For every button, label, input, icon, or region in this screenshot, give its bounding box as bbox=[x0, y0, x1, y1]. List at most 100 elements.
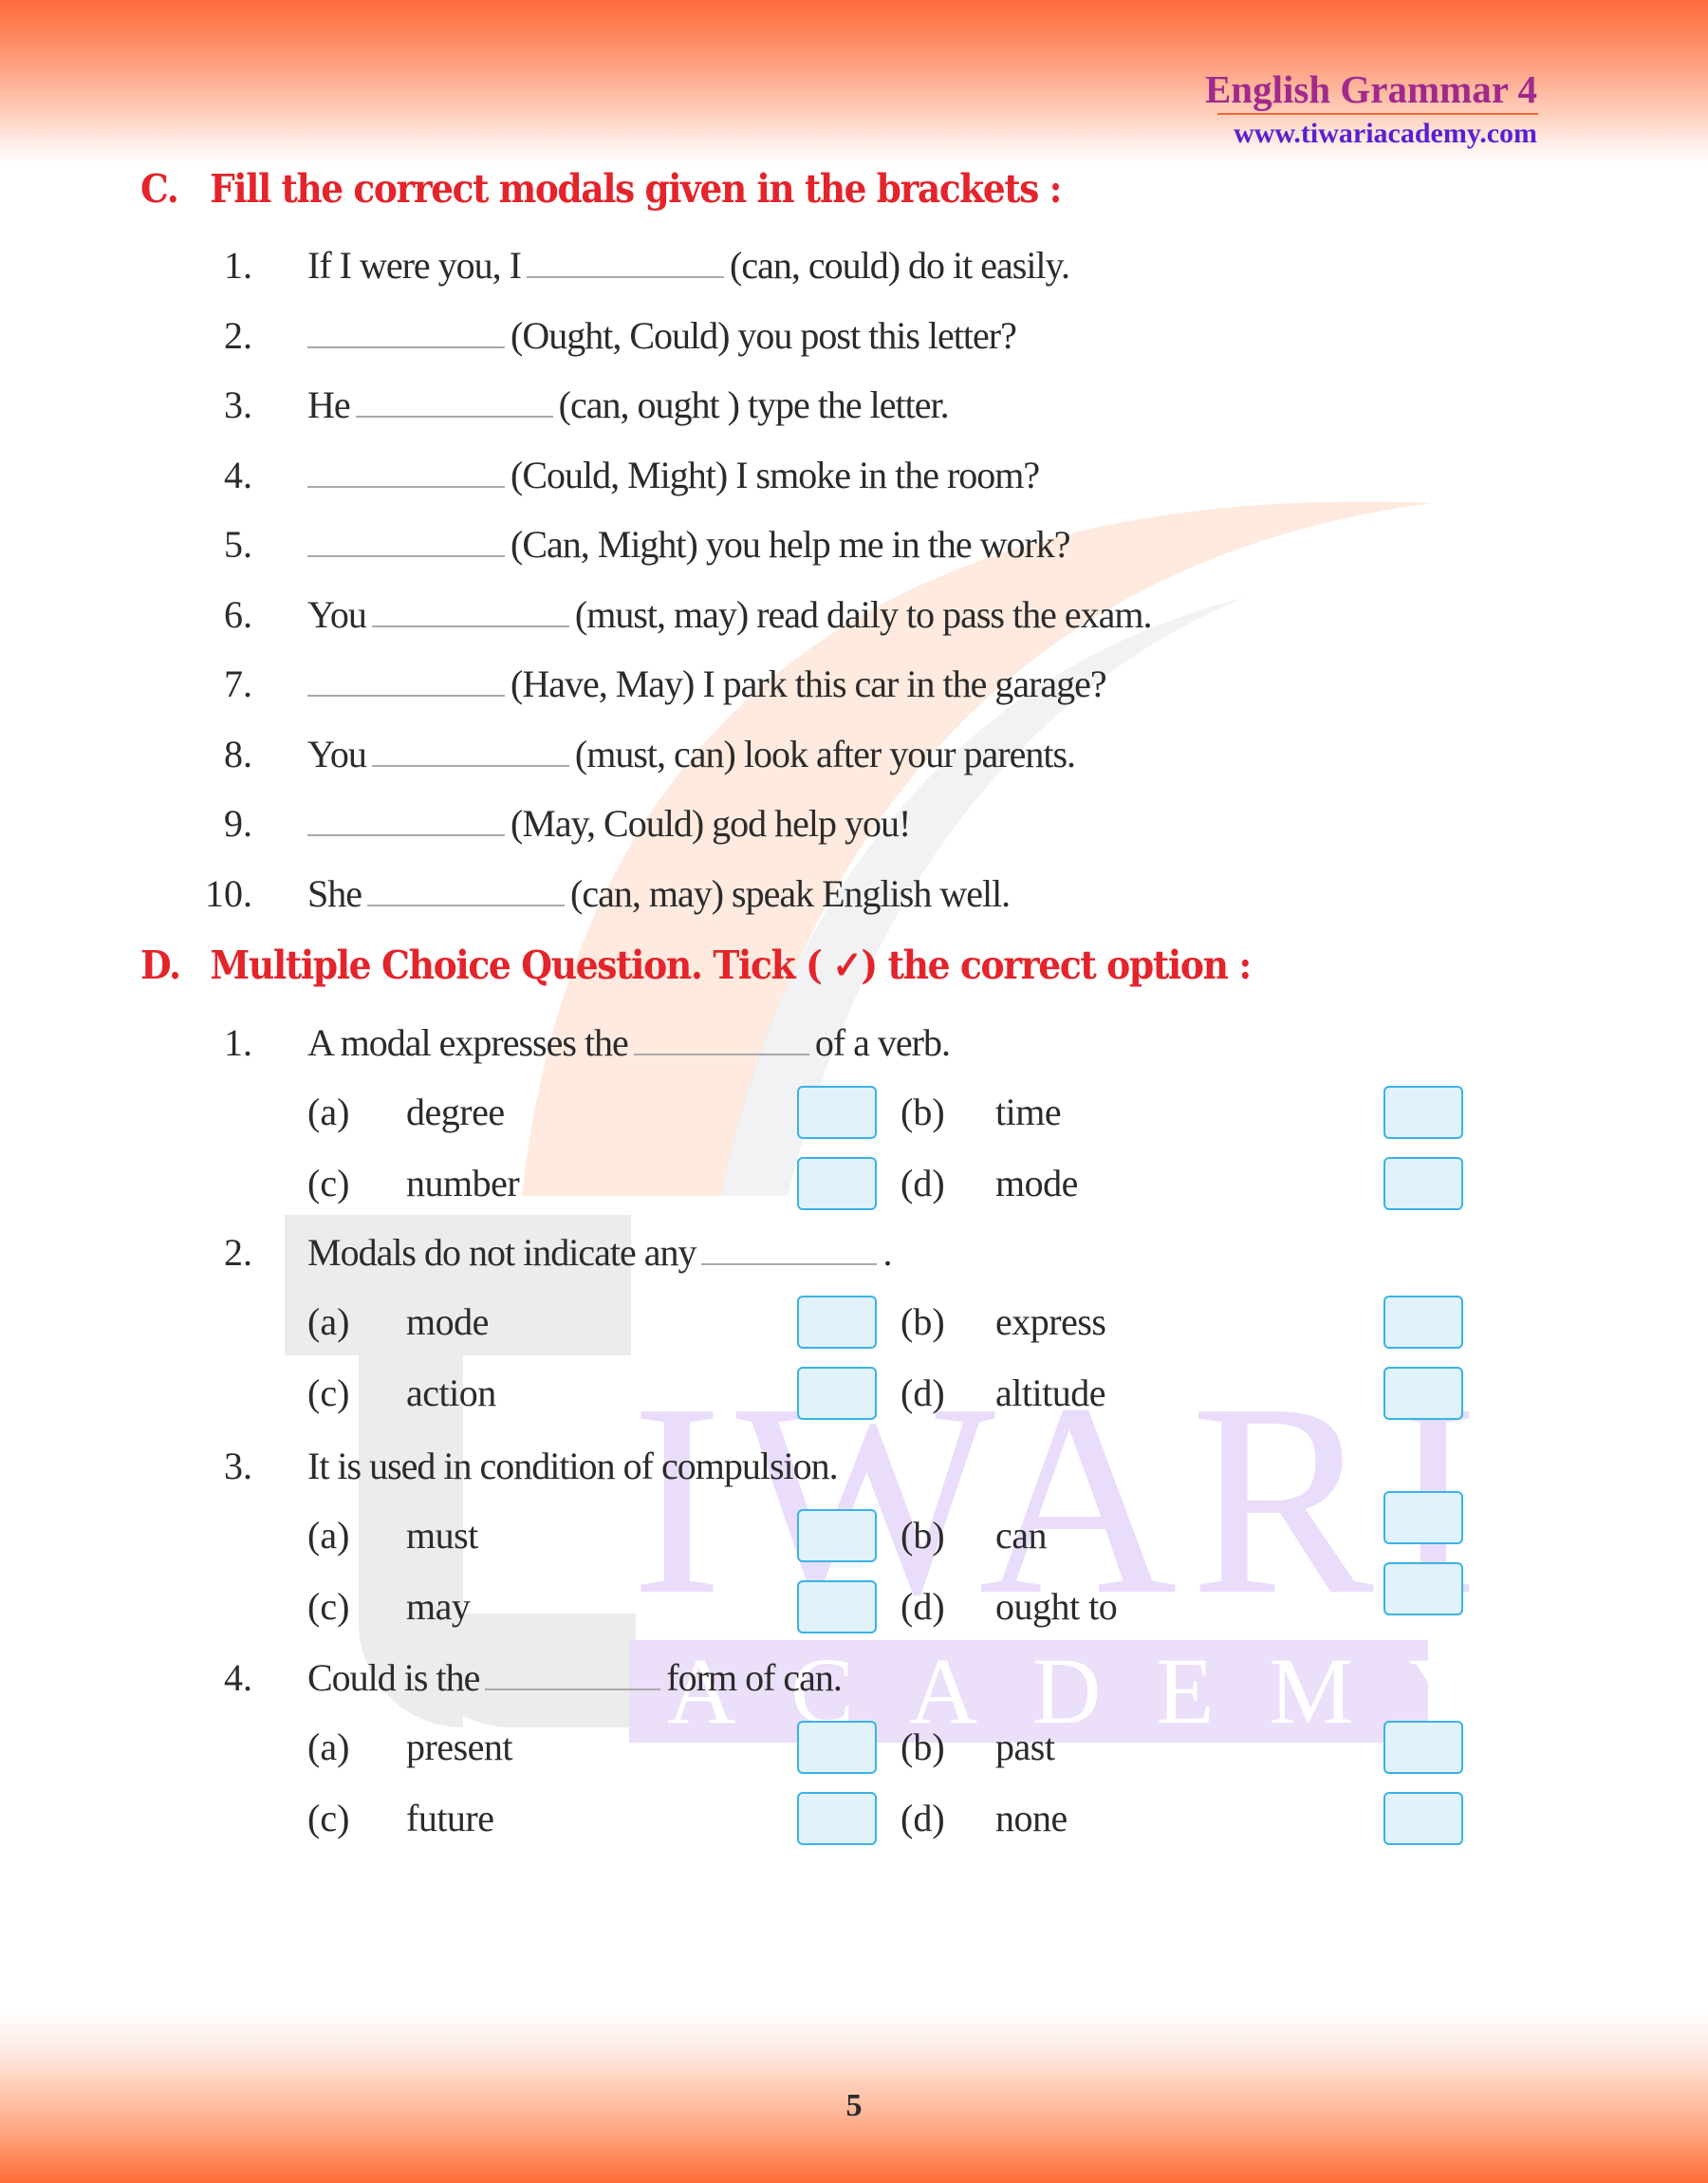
item-lead-text: If I were you, I bbox=[307, 244, 522, 287]
answer-blank[interactable] bbox=[355, 387, 553, 418]
item-prompt: (Can, Might) you help me in the work? bbox=[511, 523, 1071, 566]
item-number: 1. bbox=[224, 244, 252, 287]
item-prompt: (must, may) read daily to pass the exam. bbox=[574, 593, 1153, 636]
tick-checkbox[interactable] bbox=[797, 1509, 877, 1562]
item-lead-text: She bbox=[307, 872, 362, 915]
option-text: action bbox=[406, 1371, 496, 1414]
option-label: (b) bbox=[900, 1726, 945, 1768]
tick-checkbox[interactable] bbox=[1383, 1491, 1463, 1544]
tick-checkbox[interactable] bbox=[797, 1580, 877, 1633]
item-number: 3. bbox=[224, 383, 252, 426]
item-prompt: (can, ought ) type the letter. bbox=[558, 383, 950, 426]
option-text: none bbox=[995, 1797, 1068, 1839]
item-number: 4. bbox=[224, 454, 252, 496]
section-c-heading: C. Fill the correct modals given in the b… bbox=[140, 166, 1062, 212]
tick-checkbox[interactable] bbox=[797, 1086, 877, 1139]
item-prompt: (Have, May) I park this car in the garag… bbox=[511, 662, 1107, 705]
option-label: (d) bbox=[900, 1585, 945, 1628]
option-text: number bbox=[406, 1162, 520, 1204]
option-label: (d) bbox=[900, 1371, 945, 1414]
item-text: You (must, may) read daily to pass the ex… bbox=[307, 591, 1152, 639]
answer-blank[interactable] bbox=[307, 666, 505, 697]
item-prompt: (Could, Might) I smoke in the room? bbox=[511, 454, 1040, 496]
item-text: (Ought, Could) you post this letter? bbox=[307, 312, 1017, 360]
tick-checkbox[interactable] bbox=[797, 1296, 877, 1349]
option-text: degree bbox=[406, 1091, 505, 1133]
question-text: Modals do not indicate any. bbox=[307, 1229, 892, 1277]
answer-blank[interactable] bbox=[367, 876, 565, 906]
tick-checkbox[interactable] bbox=[1383, 1367, 1463, 1420]
answer-blank[interactable] bbox=[307, 457, 505, 488]
option-text: mode bbox=[995, 1162, 1078, 1204]
answer-blank[interactable] bbox=[485, 1660, 661, 1690]
item-text: (Can, Might) you help me in the work? bbox=[307, 521, 1071, 569]
item-text: (Could, Might) I smoke in the room? bbox=[307, 452, 1040, 499]
option-label: (a) bbox=[307, 1091, 350, 1133]
option-text: can bbox=[995, 1514, 1048, 1557]
item-text: She (can, may) speak English well. bbox=[307, 870, 1011, 918]
question-text: It is used in condition of compulsion. bbox=[307, 1443, 839, 1490]
item-prompt: (can, could) do it easily. bbox=[730, 244, 1070, 287]
section-d-letter: D. bbox=[140, 942, 181, 988]
item-text: You (must, can) look after your parents. bbox=[307, 731, 1076, 778]
question-lead-text: Modals do not indicate any bbox=[307, 1231, 696, 1274]
item-text: If I were you, I (can, could) do it easil… bbox=[307, 242, 1070, 289]
question-trail-text: form of can. bbox=[666, 1656, 843, 1699]
tick-checkbox[interactable] bbox=[1383, 1792, 1463, 1845]
option-label: (c) bbox=[307, 1162, 350, 1204]
item-number: 5. bbox=[224, 523, 252, 566]
page-number: 5 bbox=[845, 2088, 863, 2123]
question-lead-text: A modal expresses the bbox=[307, 1021, 629, 1064]
tick-checkbox[interactable] bbox=[1383, 1086, 1463, 1139]
answer-blank[interactable] bbox=[307, 527, 505, 557]
tick-checkbox[interactable] bbox=[797, 1792, 877, 1845]
section-c-letter: C. bbox=[140, 166, 179, 212]
question-trail-text: of a verb. bbox=[814, 1021, 951, 1064]
option-text: present bbox=[406, 1726, 513, 1768]
item-number: 7. bbox=[224, 662, 252, 705]
option-label: (a) bbox=[307, 1726, 350, 1768]
tick-checkbox[interactable] bbox=[1383, 1157, 1463, 1210]
question-text: Could is the form of can. bbox=[307, 1654, 843, 1702]
option-label: (c) bbox=[307, 1585, 350, 1628]
section-d-title: Multiple Choice Question. Tick ( ✓) the … bbox=[210, 942, 1253, 988]
question-number: 1. bbox=[224, 1021, 252, 1064]
tick-checkbox[interactable] bbox=[1383, 1562, 1463, 1615]
option-text: altitude bbox=[995, 1371, 1105, 1414]
answer-blank[interactable] bbox=[527, 248, 724, 278]
option-label: (b) bbox=[900, 1300, 945, 1343]
header-divider bbox=[1217, 113, 1538, 115]
item-lead-text: You bbox=[307, 733, 367, 775]
item-number: 9. bbox=[224, 802, 252, 845]
tick-checkbox[interactable] bbox=[1383, 1296, 1463, 1349]
item-number: 10. bbox=[205, 872, 252, 915]
question-number: 4. bbox=[224, 1656, 252, 1699]
tick-checkbox[interactable] bbox=[1383, 1721, 1463, 1774]
answer-blank[interactable] bbox=[371, 597, 569, 627]
option-text: may bbox=[406, 1585, 471, 1628]
question-text: A modal expresses the of a verb. bbox=[307, 1019, 951, 1067]
question-lead-text: Could is the bbox=[307, 1656, 480, 1699]
option-label: (a) bbox=[307, 1300, 350, 1343]
tick-checkbox[interactable] bbox=[797, 1721, 877, 1774]
question-number: 3. bbox=[224, 1445, 252, 1487]
item-number: 6. bbox=[224, 593, 252, 636]
tick-checkbox[interactable] bbox=[797, 1367, 877, 1420]
item-prompt: (Ought, Could) you post this letter? bbox=[511, 314, 1017, 357]
answer-blank[interactable] bbox=[307, 318, 505, 348]
question-number: 2. bbox=[224, 1231, 252, 1274]
answer-blank[interactable] bbox=[307, 806, 505, 836]
item-lead-text: You bbox=[307, 593, 367, 636]
option-label: (a) bbox=[307, 1514, 350, 1557]
answer-blank[interactable] bbox=[701, 1235, 878, 1265]
option-text: mode bbox=[406, 1300, 489, 1343]
item-prompt: (May, Could) god help you! bbox=[511, 802, 911, 845]
option-label: (c) bbox=[307, 1371, 350, 1414]
website-link[interactable]: www.tiwariacademy.com bbox=[1234, 118, 1537, 150]
option-text: must bbox=[406, 1514, 478, 1557]
answer-blank[interactable] bbox=[371, 737, 569, 767]
answer-blank[interactable] bbox=[633, 1025, 809, 1055]
tick-checkbox[interactable] bbox=[797, 1157, 877, 1210]
question-trail-text: . bbox=[882, 1231, 892, 1274]
item-prompt: (must, can) look after your parents. bbox=[574, 733, 1076, 775]
